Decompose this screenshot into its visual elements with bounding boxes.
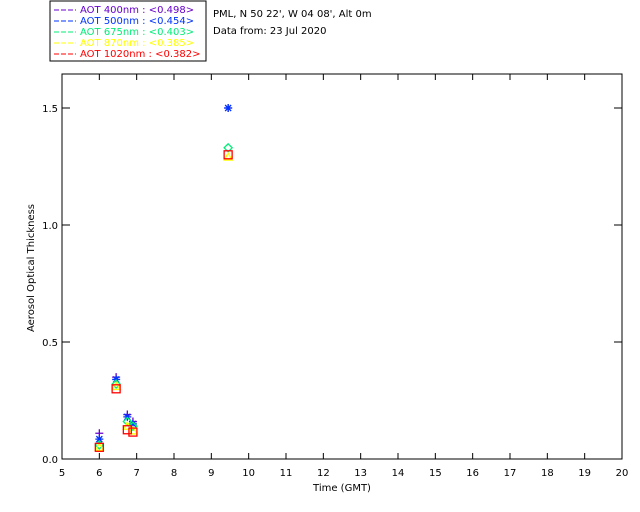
x-tick-label: 17 <box>504 468 517 479</box>
x-tick-label: 19 <box>578 468 591 479</box>
x-tick-label: 12 <box>317 468 330 479</box>
y-tick-label: 0.5 <box>42 338 58 349</box>
axes: 5 6 7 8 9 10 11 12 13 14 15 16 17 18 19 20 0.0 0.5 1.0 1.5 <box>42 74 628 479</box>
y-axis-label: Aerosol Optical Thickness <box>26 204 37 332</box>
x-tick-label: 5 <box>59 468 65 479</box>
y-tick-label: 0.0 <box>42 455 58 466</box>
aot-chart: AOT 400nm : <0.498>AOT 500nm : <0.454>AO… <box>26 0 628 494</box>
x-tick-label: 8 <box>171 468 177 479</box>
x-tick-label: 18 <box>541 468 554 479</box>
legend-entry: AOT 500nm : <0.454> <box>80 16 194 27</box>
x-tick-label: 7 <box>133 468 139 479</box>
legend-entry: AOT 870nm : <0.385> <box>80 38 194 49</box>
legend-entry: AOT 675nm : <0.403> <box>80 27 194 38</box>
x-axis-label: Time (GMT) <box>312 483 371 494</box>
x-tick-label: 9 <box>208 468 214 479</box>
y-tick-label: 1.5 <box>42 104 58 115</box>
x-tick-label: 14 <box>392 468 405 479</box>
x-tick-label: 15 <box>429 468 442 479</box>
point-asterisk <box>95 435 104 444</box>
y-tick-label: 1.0 <box>42 221 58 232</box>
x-tick-label: 11 <box>280 468 293 479</box>
asterisk-marker <box>95 435 104 444</box>
x-tick-label: 6 <box>96 468 102 479</box>
x-tick-label: 20 <box>616 468 629 479</box>
asterisk-marker <box>224 104 233 112</box>
legend-entry: AOT 1020nm : <0.382> <box>80 49 200 60</box>
point-asterisk <box>224 104 233 112</box>
x-tick-label: 10 <box>242 468 255 479</box>
header-line1: PML, N 50 22', W 04 08', Alt 0m <box>213 9 372 20</box>
x-tick-label: 16 <box>466 468 479 479</box>
x-tick-label: 13 <box>354 468 367 479</box>
header-line2: Data from: 23 Jul 2020 <box>213 26 326 37</box>
data-points <box>94 104 234 452</box>
plot-area <box>61 73 623 460</box>
legend-entry: AOT 400nm : <0.498> <box>80 5 194 16</box>
